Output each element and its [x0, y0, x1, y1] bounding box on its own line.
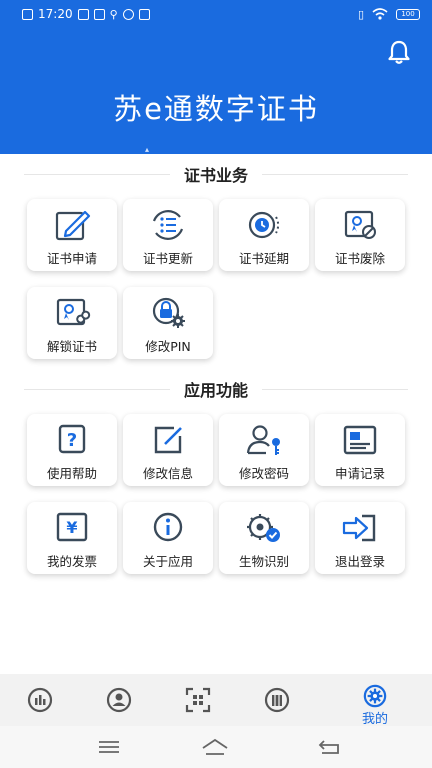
status-time: 17:20: [38, 7, 73, 21]
usb-icon: ⚲: [109, 7, 118, 21]
cert-revoke-button[interactable]: 证书废除: [315, 199, 405, 271]
bottom-tab-bar: 我的: [0, 674, 432, 727]
cert-renew-label: 证书更新: [142, 251, 193, 266]
mine-gear-icon: [363, 684, 387, 708]
stats-icon: [27, 687, 53, 713]
apply-record-label: 申请记录: [334, 466, 385, 481]
section-cert-title: 证书业务: [24, 163, 409, 185]
tab-scan[interactable]: [178, 687, 218, 713]
about-app-button[interactable]: 关于应用: [123, 502, 213, 574]
mail-icon: [138, 8, 150, 20]
biometric-label: 生物识别: [238, 554, 289, 569]
info-icon: [153, 512, 183, 542]
sim-icon: [22, 8, 33, 20]
edit-info-label: 修改信息: [142, 466, 193, 481]
change-pin-button[interactable]: 修改PIN: [123, 287, 213, 359]
help-label: 使用帮助: [46, 466, 97, 481]
biometric-button[interactable]: 生物识别: [219, 502, 309, 574]
help-icon: ?: [58, 424, 86, 454]
notification-icon: [77, 8, 89, 20]
app-header: 17:20 ⚲ ▯ 100 苏e通数字证书 ▴: [0, 0, 432, 154]
drag-handle: ▴: [145, 145, 150, 154]
section-app-title: 应用功能: [24, 378, 409, 400]
invoice-yen-icon: ¥: [56, 512, 88, 542]
app-title: 苏e通数字证书: [113, 92, 319, 126]
cert-revoke-label: 证书废除: [334, 251, 385, 266]
logout-label: 退出登录: [334, 554, 385, 569]
app-notification-icon: [93, 8, 105, 20]
my-invoice-label: 我的发票: [46, 554, 97, 569]
certificate-revoke-icon: [344, 210, 376, 239]
my-invoice-button[interactable]: ¥ 我的发票: [27, 502, 117, 574]
tab-building[interactable]: [257, 687, 297, 713]
change-pin-label: 修改PIN: [145, 339, 191, 354]
help-button[interactable]: ? 使用帮助: [27, 414, 117, 486]
change-password-button[interactable]: 修改密码: [219, 414, 309, 486]
edit-form-icon: [55, 210, 91, 241]
back-icon[interactable]: [316, 737, 344, 757]
building-icon: [264, 687, 290, 713]
cert-unlock-label: 解锁证书: [46, 339, 97, 354]
change-password-label: 修改密码: [238, 466, 289, 481]
system-nav-bar: [0, 726, 432, 768]
lock-gear-icon: [152, 297, 185, 328]
cert-unlock-button[interactable]: 解锁证书: [27, 287, 117, 359]
tab-stats[interactable]: [20, 687, 60, 713]
certificate-unlock-icon: [56, 298, 91, 326]
edit-info-button[interactable]: 修改信息: [123, 414, 213, 486]
record-card-icon: [343, 425, 377, 455]
biometric-icon: [247, 514, 280, 542]
apply-record-button[interactable]: 申请记录: [315, 414, 405, 486]
about-app-label: 关于应用: [142, 554, 193, 569]
scan-qr-icon: [185, 687, 211, 713]
cert-renew-button[interactable]: 证书更新: [123, 199, 213, 271]
clock-extend-icon: [248, 211, 280, 239]
logout-button[interactable]: 退出登录: [315, 502, 405, 574]
battery-icon: 100: [396, 8, 420, 20]
edit-info-icon: [154, 426, 182, 454]
wifi-icon: [372, 8, 388, 20]
svg-text:¥: ¥: [66, 518, 77, 537]
cert-apply-button[interactable]: 证书申请: [27, 199, 117, 271]
user-key-icon: [246, 425, 280, 455]
status-bar: 17:20 ⚲ ▯ 100: [0, 0, 432, 28]
home-icon[interactable]: [201, 737, 229, 757]
sync-icon: [122, 8, 134, 20]
svg-text:?: ?: [67, 430, 77, 451]
cert-extend-button[interactable]: 证书延期: [219, 199, 309, 271]
refresh-list-icon: [152, 210, 184, 240]
user-icon: [106, 687, 132, 713]
logout-icon: [342, 514, 376, 542]
tab-mine-label: 我的: [361, 712, 388, 727]
tab-user[interactable]: [99, 687, 139, 713]
vibrate-icon: ▯: [357, 7, 364, 21]
menu-icon[interactable]: [95, 737, 123, 757]
tab-mine[interactable]: 我的: [355, 684, 395, 727]
cert-extend-label: 证书延期: [238, 251, 289, 266]
cert-apply-label: 证书申请: [46, 251, 97, 266]
bell-icon[interactable]: [385, 38, 413, 66]
